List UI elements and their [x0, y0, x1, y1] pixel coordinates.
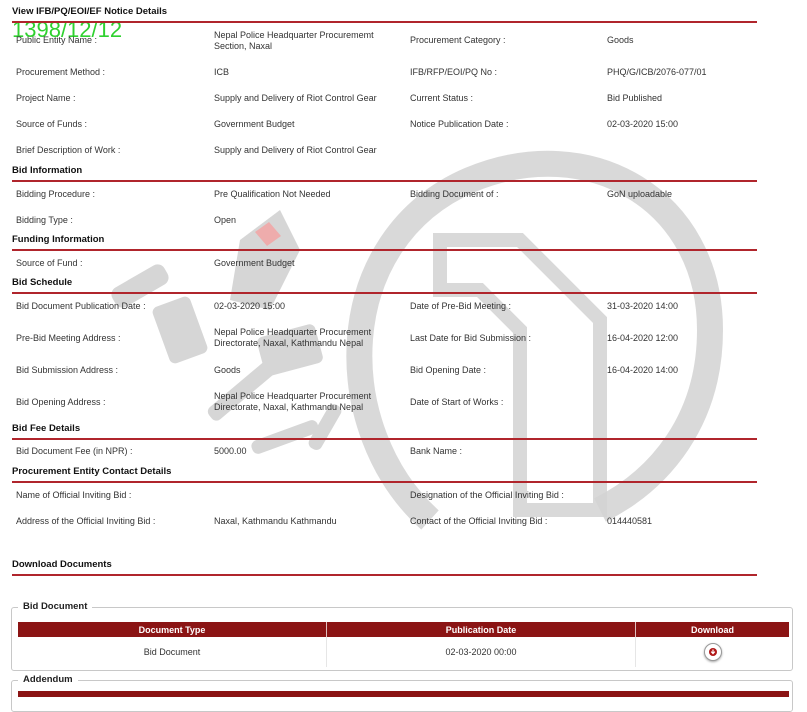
label-ifb-no: IFB/RFP/EOI/PQ No : — [410, 67, 498, 77]
value-bid-document-fee: 5000.00 — [214, 446, 247, 456]
download-icon[interactable] — [703, 643, 722, 661]
label-bid-opening-date: Bid Opening Date : — [410, 365, 487, 375]
label-pre-bid-meeting-address: Pre-Bid Meeting Address : — [16, 333, 121, 343]
section-title-funding-information: Funding Information — [12, 234, 757, 251]
label-official-address: Address of the Official Inviting Bid : — [16, 516, 156, 526]
addendum-legend: Addendum — [18, 674, 78, 685]
section-title-bid-fee-details: Bid Fee Details — [12, 423, 757, 440]
bid-document-panel: Bid Document Document Type Publication D… — [11, 601, 793, 671]
bid-document-legend: Bid Document — [18, 601, 93, 612]
value-bidding-procedure: Pre Qualification Not Needed — [214, 189, 331, 199]
header-download: Download — [635, 622, 789, 637]
value-last-date-for-submission: 16-04-2020 12:00 — [607, 333, 679, 343]
value-pre-bid-meeting-address: Nepal Police Headquarter Procurement Dir… — [214, 327, 372, 348]
value-source-of-funds: Government Budget — [214, 119, 295, 129]
label-official-name: Name of Official Inviting Bid : — [16, 490, 132, 500]
label-bidding-procedure: Bidding Procedure : — [16, 189, 96, 199]
cell-download — [636, 637, 790, 667]
addendum-panel: Addendum — [11, 674, 793, 712]
value-bid-submission-address: Goods — [214, 365, 241, 375]
label-project-name: Project Name : — [16, 93, 76, 103]
value-bid-document-publication-date: 02-03-2020 15:00 — [214, 301, 286, 311]
value-notice-publication-date: 02-03-2020 15:00 — [607, 119, 679, 129]
label-current-status: Current Status : — [410, 93, 474, 103]
label-notice-publication-date: Notice Publication Date : — [410, 119, 509, 129]
header-document-type: Document Type — [18, 622, 327, 637]
label-public-entity: Public Entity Name : — [16, 35, 98, 45]
label-bidding-document-of: Bidding Document of : — [410, 189, 499, 199]
label-source-of-funds: Source of Funds : — [16, 119, 88, 129]
label-last-date-for-submission: Last Date for Bid Submission : — [410, 333, 532, 343]
table-row: Bid Document 02-03-2020 00:00 — [18, 637, 789, 667]
label-bid-document-publication-date: Bid Document Publication Date : — [16, 301, 146, 311]
value-official-address: Naxal, Kathmandu Kathmandu — [214, 516, 337, 526]
addendum-table-header — [18, 691, 789, 697]
label-date-of-start-of-works: Date of Start of Works : — [410, 397, 504, 407]
label-bank-name: Bank Name : — [410, 446, 463, 456]
value-bidding-document-of: GoN uploadable — [607, 189, 673, 199]
value-procurement-method: ICB — [214, 67, 230, 77]
value-pre-bid-meeting-date: 31-03-2020 14:00 — [607, 301, 679, 311]
label-bid-submission-address: Bid Submission Address : — [16, 365, 119, 375]
value-current-status: Bid Published — [607, 93, 663, 103]
value-source-of-fund: Government Budget — [214, 258, 295, 268]
label-bid-document-fee: Bid Document Fee (in NPR) : — [16, 446, 133, 456]
value-ifb-no: PHQ/G/ICB/2076-077/01 — [607, 67, 707, 77]
label-source-of-fund: Source of Fund : — [16, 258, 83, 268]
table-header-row: Document Type Publication Date Download — [18, 622, 789, 637]
bid-document-table: Document Type Publication Date Download … — [18, 622, 789, 667]
value-brief-description: Supply and Delivery of Riot Control Gear — [214, 145, 377, 155]
value-bid-opening-date: 16-04-2020 14:00 — [607, 365, 679, 375]
value-public-entity: Nepal Police Headquarter Procurememt Sec… — [214, 30, 374, 51]
value-official-contact: 014440581 — [607, 516, 653, 526]
header-publication-date: Publication Date — [326, 622, 636, 637]
cell-publication-date: 02-03-2020 00:00 — [326, 637, 636, 667]
cell-document-type: Bid Document — [18, 637, 327, 667]
section-title-bid-information: Bid Information — [12, 165, 757, 182]
value-bidding-type: Open — [214, 215, 237, 225]
label-pre-bid-meeting-date: Date of Pre-Bid Meeting : — [410, 301, 512, 311]
section-title-notice: View IFB/PQ/EOI/EF Notice Details — [12, 6, 757, 23]
value-project-name: Supply and Delivery of Riot Control Gear — [214, 93, 377, 103]
label-bidding-type: Bidding Type : — [16, 215, 73, 225]
value-procurement-category: Goods — [607, 35, 634, 45]
label-bid-opening-address: Bid Opening Address : — [16, 397, 106, 407]
label-official-designation: Designation of the Official Inviting Bid… — [410, 490, 564, 500]
watermark-logo — [111, 150, 724, 530]
label-official-contact: Contact of the Official Inviting Bid : — [410, 516, 548, 526]
section-title-bid-schedule: Bid Schedule — [12, 277, 757, 294]
label-procurement-method: Procurement Method : — [16, 67, 106, 77]
label-procurement-category: Procurement Category : — [410, 35, 506, 45]
value-bid-opening-address: Nepal Police Headquarter Procurement Dir… — [214, 391, 372, 412]
section-title-contact-details: Procurement Entity Contact Details — [12, 466, 757, 483]
label-brief-description: Brief Description of Work : — [16, 145, 121, 155]
section-title-download-documents: Download Documents — [12, 559, 757, 576]
